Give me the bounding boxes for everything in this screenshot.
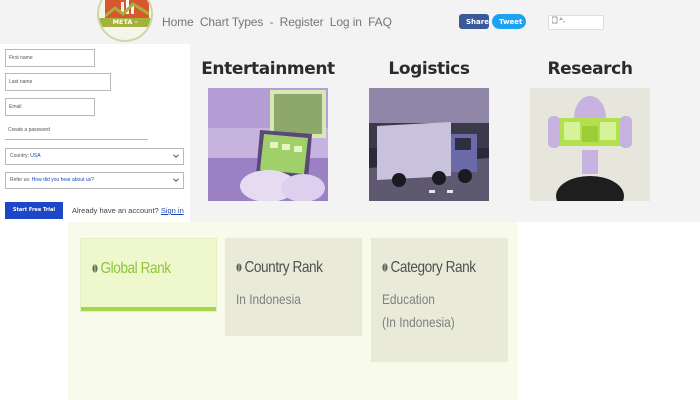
- leaf-icon: [92, 264, 98, 273]
- nav-register[interactable]: Register: [280, 15, 324, 29]
- facebook-share-button[interactable]: f Share: [459, 14, 489, 29]
- flag-arrows-icon: [551, 16, 565, 24]
- leaf-icon: [382, 263, 388, 272]
- chevron-down-icon: [173, 154, 179, 158]
- chevron-down-icon: [173, 178, 179, 182]
- industry-title-entertainment: Entertainment: [201, 59, 335, 79]
- entertainment-image[interactable]: [208, 88, 328, 201]
- industry-title-logistics: Logistics: [388, 59, 470, 79]
- start-free-trial-button[interactable]: Start Free Trial: [5, 202, 63, 219]
- country-select[interactable]: Country: USA: [5, 148, 184, 165]
- industry-title-research: Research: [547, 59, 633, 79]
- account-prompt: Already have an account? Sign in: [72, 206, 184, 215]
- referral-label: Refer us:: [10, 177, 31, 183]
- country-rank-sub: In Indonesia: [236, 291, 301, 307]
- referral-value: How did you hear about us?: [31, 177, 94, 183]
- site-logo[interactable]: META -: [97, 0, 153, 42]
- research-image[interactable]: [530, 88, 650, 201]
- tablet-photo-icon: [208, 88, 328, 201]
- twitter-tweet-button[interactable]: Tweet: [492, 14, 526, 29]
- active-rank-bar: [81, 307, 216, 311]
- research-photo-icon: [530, 88, 650, 201]
- global-rank-card[interactable]: Global Rank: [80, 238, 217, 312]
- account-text: Already have an account?: [72, 206, 159, 215]
- password-field[interactable]: Create a password: [5, 122, 148, 140]
- referral-select[interactable]: Refer us: How did you hear about us?: [5, 172, 184, 189]
- nav-separator: -: [269, 15, 274, 29]
- last-name-field[interactable]: Last name: [5, 73, 111, 91]
- logo-chart-icon: [105, 0, 149, 20]
- email-field[interactable]: Email: [5, 98, 95, 116]
- nav-chart-types[interactable]: Chart Types: [200, 15, 263, 29]
- first-name-field[interactable]: First name: [5, 49, 95, 67]
- logistics-image[interactable]: [369, 88, 489, 201]
- facebook-share-label: Share: [466, 17, 489, 26]
- category-rank-card[interactable]: Category Rank Education (In Indonesia): [371, 238, 508, 362]
- main-nav: Home Chart Types - Register Log in FAQ: [162, 15, 395, 29]
- category-rank-title: Category Rank: [382, 259, 476, 277]
- signup-form: First name Last name Email Create a pass…: [0, 44, 190, 222]
- country-rank-card[interactable]: Country Rank In Indonesia: [225, 238, 362, 336]
- industries-section: Entertainment Logistics Research: [190, 44, 700, 222]
- nav-login[interactable]: Log in: [330, 15, 362, 29]
- truck-photo-icon: [369, 88, 489, 201]
- global-rank-title: Global Rank: [92, 260, 171, 278]
- logo-text: META -: [99, 18, 151, 27]
- twitter-tweet-label: Tweet: [499, 17, 523, 26]
- leaf-icon: [236, 263, 242, 272]
- country-label: Country:: [10, 153, 29, 159]
- category-rank-sub1: Education: [382, 291, 435, 307]
- nav-home[interactable]: Home: [162, 15, 194, 29]
- nav-faq[interactable]: FAQ: [368, 15, 392, 29]
- category-rank-sub2: (In Indonesia): [382, 314, 455, 330]
- signin-link[interactable]: Sign in: [161, 206, 184, 215]
- language-selector[interactable]: [548, 15, 604, 30]
- country-rank-title: Country Rank: [236, 259, 323, 277]
- country-value: USA: [30, 153, 41, 159]
- rank-section: Global Rank Country Rank In Indonesia Ca…: [68, 222, 518, 400]
- top-bar: META - Home Chart Types - Register Log i…: [0, 0, 700, 44]
